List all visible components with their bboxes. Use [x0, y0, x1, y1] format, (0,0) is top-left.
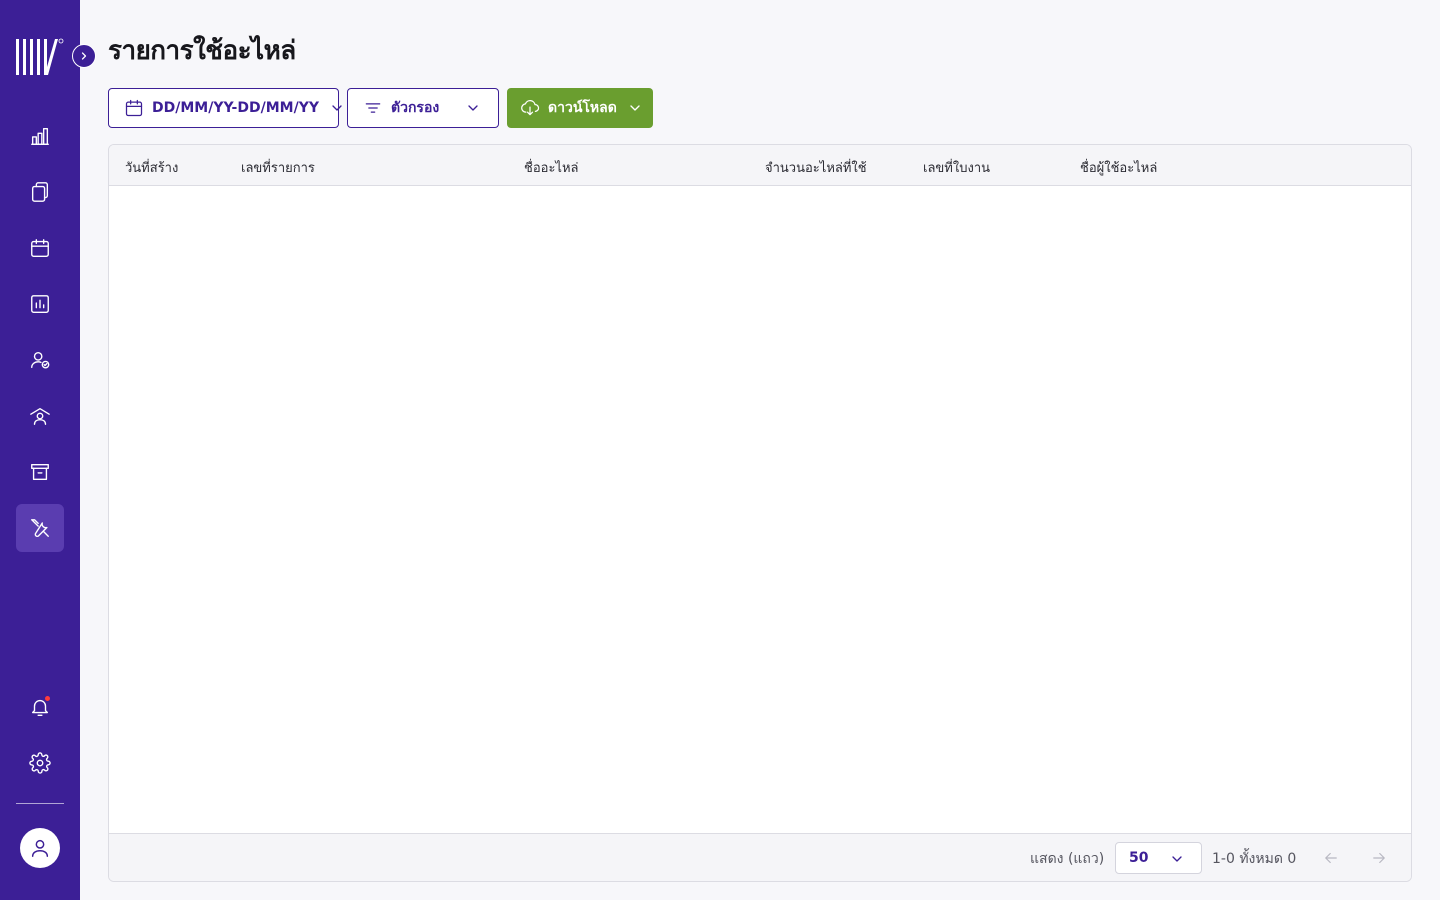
archive-icon [31, 463, 49, 481]
documents-icon [31, 182, 49, 202]
chevron-down-icon [1172, 856, 1182, 862]
report-icon [31, 295, 49, 313]
user-icon [31, 839, 49, 857]
chevron-right-icon [81, 52, 87, 60]
sidebar-item-technician[interactable] [16, 392, 64, 440]
download-button[interactable]: ดาวน์โหลด [507, 88, 653, 128]
date-range-picker[interactable]: DD/MM/YY-DD/MM/YY [108, 88, 342, 128]
rows-per-page-label: แสดง (แถว) [1030, 851, 1105, 867]
settings-button[interactable] [16, 739, 64, 787]
previous-page-button[interactable] [1319, 846, 1343, 870]
user-check-icon [31, 351, 50, 369]
sidebar-item-tools[interactable] [16, 504, 64, 552]
arrow-right-icon [1373, 852, 1385, 864]
technician-icon [30, 407, 50, 425]
notification-dot [45, 696, 50, 701]
column-header-quantity-used[interactable]: จำนวนอะไหล่ที่ใช้ [765, 157, 867, 178]
sidebar-item-user-check[interactable] [16, 336, 64, 384]
sidebar-toggle-button[interactable] [72, 44, 96, 68]
column-header-user-name[interactable]: ชื่อผู้ใช้อะไหล่ [1080, 157, 1157, 178]
table-pagination: แสดง (แถว) 50 1-0 ทั้งหมด 0 [109, 833, 1411, 881]
column-header-work-order-number[interactable]: เลขที่ใบงาน [923, 157, 990, 178]
download-label: ดาวน์โหลด [548, 100, 617, 116]
column-header-part-name[interactable]: ชื่ออะไหล่ [524, 157, 579, 178]
chevron-down-icon [468, 105, 478, 111]
avatar[interactable] [20, 828, 60, 868]
sidebar-item-calendar[interactable] [16, 224, 64, 272]
page-title: รายการใช้อะไหล่ [108, 36, 296, 66]
tools-icon [31, 519, 49, 537]
calendar-icon [31, 239, 49, 257]
arrow-left-icon [1325, 852, 1337, 864]
filter-button[interactable]: ตัวกรอง [347, 88, 499, 128]
sidebar-item-documents[interactable] [16, 168, 64, 216]
rows-per-page-select[interactable]: 50 [1115, 842, 1202, 874]
filter-label: ตัวกรอง [391, 100, 440, 116]
notification-button[interactable] [16, 683, 64, 731]
column-header-created-date[interactable]: วันที่สร้าง [125, 157, 178, 178]
sidebar-item-report[interactable] [16, 280, 64, 328]
logo [16, 37, 64, 75]
gear-icon [29, 752, 51, 774]
sidebar-item-dashboard[interactable] [16, 112, 64, 160]
table-header: วันที่สร้าง เลขที่รายการ ชื่ออะไหล่ จำนว… [109, 145, 1411, 186]
pagination-range: 1-0 ทั้งหมด 0 [1212, 851, 1297, 867]
date-range-label: DD/MM/YY-DD/MM/YY [152, 100, 319, 116]
filter-icon [365, 103, 381, 113]
chevron-down-icon [630, 105, 640, 111]
dashboard-icon [31, 127, 49, 145]
rows-per-page-value: 50 [1129, 850, 1149, 866]
parts-usage-table: วันที่สร้าง เลขที่รายการ ชื่ออะไหล่ จำนว… [108, 144, 1412, 882]
sidebar-divider [16, 803, 64, 804]
cloud-download-icon [521, 100, 540, 116]
chevron-down-icon [332, 105, 342, 111]
next-page-button[interactable] [1367, 846, 1391, 870]
sidebar [0, 0, 80, 900]
calendar-icon [125, 99, 143, 117]
sidebar-item-archive[interactable] [16, 448, 64, 496]
column-header-item-number[interactable]: เลขที่รายการ [241, 157, 315, 178]
